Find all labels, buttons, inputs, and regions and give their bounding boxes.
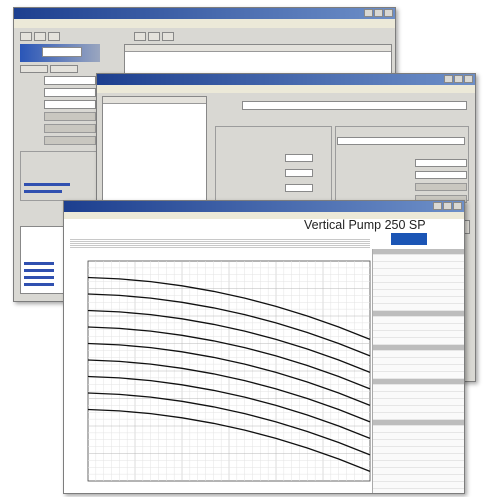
pump-data-row <box>373 433 464 440</box>
pump-data-row <box>373 454 464 461</box>
pump-data-row <box>373 283 464 290</box>
pump-data-row <box>373 351 464 358</box>
pump-list-item-2[interactable] <box>24 269 54 272</box>
maximize-button[interactable] <box>443 202 452 210</box>
speed-select[interactable] <box>337 137 465 145</box>
properties-menubar <box>97 85 475 93</box>
pump-data-row <box>373 331 464 338</box>
npsh-input[interactable] <box>285 184 313 192</box>
pump-data-row <box>373 385 464 392</box>
pump-data-row <box>373 262 464 269</box>
toolbar-button-5[interactable] <box>148 32 160 41</box>
pump-data-row <box>373 255 464 262</box>
pump-performance-chart <box>87 260 371 482</box>
minimize-button[interactable] <box>364 9 373 17</box>
name-field[interactable] <box>242 101 467 110</box>
close-button[interactable] <box>453 202 462 210</box>
pump-data-row <box>373 440 464 447</box>
filter-link-2[interactable] <box>24 190 62 193</box>
pump-list-item-1[interactable] <box>24 262 54 265</box>
minimize-button[interactable] <box>433 202 442 210</box>
head-input[interactable] <box>285 169 313 177</box>
pump-data-rows <box>373 249 464 493</box>
speed-min-input[interactable] <box>415 159 467 167</box>
page-title: Vertical Pump 250 SP <box>304 218 426 232</box>
pump-data-row <box>373 297 464 304</box>
tab-2[interactable] <box>50 65 78 73</box>
options-group <box>20 151 100 201</box>
pump-data-row <box>373 426 464 433</box>
pump-data-row <box>373 358 464 365</box>
toolbar-button-3[interactable] <box>48 32 60 41</box>
toolbar-button-4[interactable] <box>134 32 146 41</box>
maximize-button[interactable] <box>454 75 463 83</box>
pump-data-row <box>373 399 464 406</box>
pump-data-row <box>373 317 464 324</box>
company-logo <box>391 233 427 245</box>
pump-data-row <box>373 269 464 276</box>
pump-search-field[interactable] <box>42 47 82 57</box>
toolbar-button-1[interactable] <box>20 32 32 41</box>
speed-readout-1 <box>415 183 467 191</box>
maximize-button[interactable] <box>374 9 383 17</box>
close-button[interactable] <box>384 9 393 17</box>
filter-link-1[interactable] <box>24 183 70 186</box>
pump-data-row <box>373 338 464 345</box>
pump-data-row <box>373 290 464 297</box>
pump-curve-report-window: Vertical Pump 250 SP <box>63 200 465 494</box>
main-window-titlebar <box>14 8 395 19</box>
pump-list-item-3[interactable] <box>24 276 54 279</box>
pump-data-row <box>373 475 464 482</box>
toolbar-button-2[interactable] <box>34 32 46 41</box>
pump-data-row <box>373 372 464 379</box>
pump-list-item-4[interactable] <box>24 283 54 286</box>
toolbar-button-6[interactable] <box>162 32 174 41</box>
main-menubar <box>14 19 395 28</box>
form-field-1[interactable] <box>44 76 96 85</box>
close-button[interactable] <box>464 75 473 83</box>
tab-1[interactable] <box>20 65 48 73</box>
flow-input[interactable] <box>285 154 313 162</box>
form-field-5 <box>44 124 96 133</box>
report-header-text <box>70 238 370 248</box>
form-field-2[interactable] <box>44 88 96 97</box>
properties-tree[interactable] <box>102 96 207 216</box>
properties-tree-header <box>103 97 206 104</box>
design-point-group <box>215 126 332 201</box>
pump-data-row <box>373 413 464 420</box>
results-list-header <box>125 45 391 52</box>
properties-titlebar <box>97 74 475 85</box>
pump-data-sidebar <box>372 249 464 493</box>
pump-data-row <box>373 324 464 331</box>
pump-data-row <box>373 482 464 489</box>
pump-data-row <box>373 392 464 399</box>
pump-data-row <box>373 406 464 413</box>
minimize-button[interactable] <box>444 75 453 83</box>
speed-max-input[interactable] <box>415 171 467 179</box>
pump-data-row <box>373 489 464 493</box>
pump-data-row <box>373 365 464 372</box>
form-field-3[interactable] <box>44 100 96 109</box>
pump-data-row <box>373 468 464 475</box>
report-titlebar <box>64 201 464 212</box>
pump-data-row <box>373 447 464 454</box>
form-field-6 <box>44 136 96 145</box>
pump-data-row <box>373 461 464 468</box>
pump-data-row <box>373 304 464 311</box>
pump-data-row <box>373 276 464 283</box>
form-field-4 <box>44 112 96 121</box>
